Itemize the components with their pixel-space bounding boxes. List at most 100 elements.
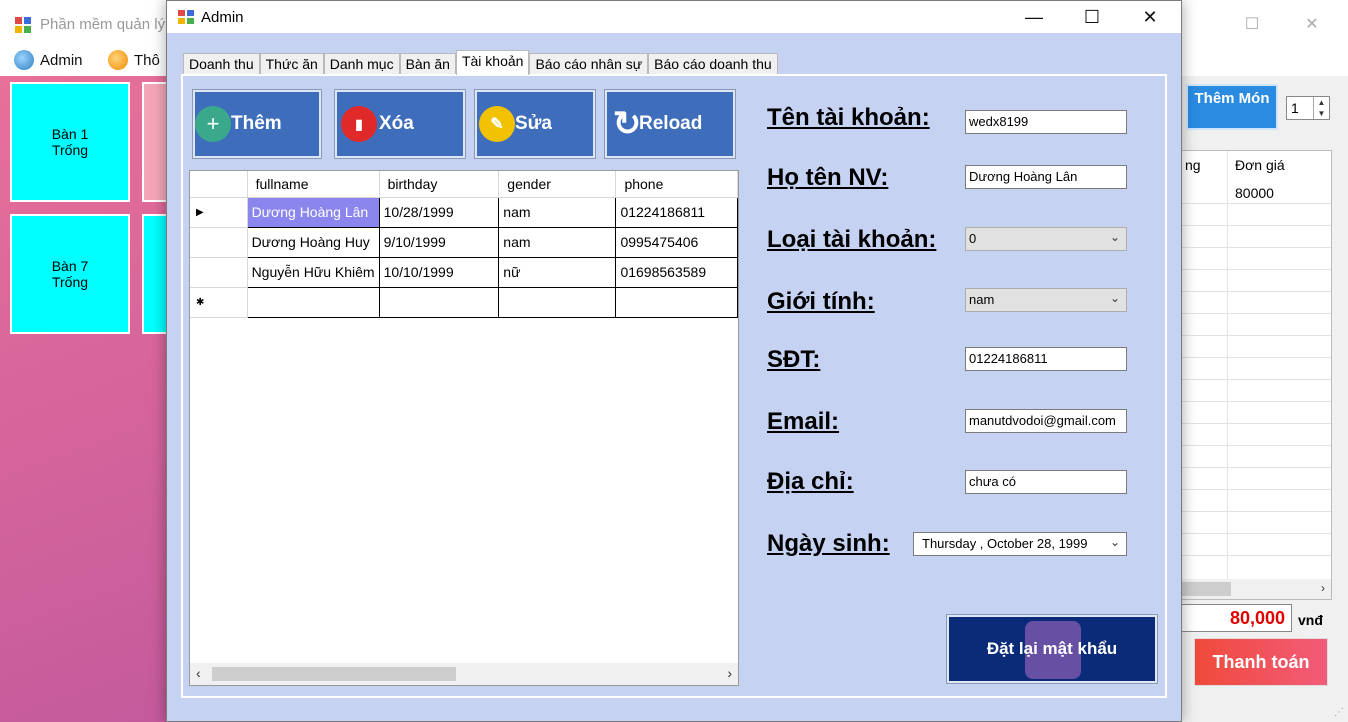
close-icon[interactable]: ✕	[1121, 1, 1179, 33]
admin-window: Admin — ☐ ✕ Doanh thu Thức ăn Danh mục B…	[166, 0, 1182, 722]
fullname-label: Họ tên NV:	[767, 164, 889, 191]
table-row[interactable]: Nguyễn Hữu Khiêm 10/10/1999 nữ 016985635…	[190, 256, 738, 288]
username-field[interactable]: wedx8199	[965, 110, 1127, 134]
minimize-icon[interactable]: —	[1005, 1, 1063, 33]
cell-birthday[interactable]: 10/10/1999	[378, 256, 500, 288]
table-button[interactable]: Bàn 1 Trống	[10, 82, 130, 202]
column-header-phone[interactable]: phone	[615, 171, 738, 198]
bill-cell-price: 80000	[1235, 185, 1274, 201]
tables-panel: Bàn 1 Trống Bàn 7 Trống	[0, 76, 262, 722]
order-panel: Thêm Món 1 ▲ ▼ ng Đơn giá 80000 › 80,000…	[1180, 76, 1348, 722]
cell-phone[interactable]: 0995475406	[615, 226, 738, 258]
chevron-right-icon[interactable]: ›	[1321, 581, 1325, 595]
gender-value: nam	[969, 292, 995, 307]
menu-info[interactable]: Thô	[108, 50, 160, 70]
app-icon	[178, 10, 194, 24]
checkout-button[interactable]: Thanh toán	[1194, 638, 1328, 686]
edit-button-label: Sửa	[515, 113, 552, 134]
account-type-select[interactable]: 0 ⌄	[965, 227, 1127, 251]
bill-scrollbar[interactable]: ›	[1181, 579, 1331, 599]
table-row[interactable]: ▶ Dương Hoàng Lân 10/28/1999 nam 0122418…	[190, 196, 738, 228]
delete-button-label: Xóa	[379, 113, 414, 134]
table-name: Bàn 1	[51, 126, 89, 142]
tab-tables[interactable]: Bàn ăn	[399, 53, 456, 75]
current-row-arrow-icon[interactable]: ▶	[190, 197, 248, 228]
username-label: Tên tài khoản:	[767, 104, 930, 131]
accounts-tab-page: + Thêm ▮ Xóa ✎ Sửa ↻ Reload fullname bir…	[181, 74, 1167, 698]
new-row-asterisk-icon[interactable]: ✱	[190, 287, 248, 318]
cell-phone[interactable]: 01698563589	[615, 256, 738, 288]
cell-gender[interactable]: nam	[498, 226, 617, 258]
scroll-thumb[interactable]	[1181, 582, 1231, 596]
reload-button[interactable]: ↻ Reload	[604, 89, 736, 159]
currency-label: vnđ	[1298, 612, 1323, 628]
cell-phone[interactable]: 01224186811	[615, 196, 738, 228]
phone-field[interactable]: 01224186811	[965, 347, 1127, 371]
address-field[interactable]: chưa có	[965, 470, 1127, 494]
add-button[interactable]: + Thêm	[192, 89, 322, 159]
cell-fullname[interactable]: Nguyễn Hữu Khiêm	[246, 256, 380, 288]
email-field[interactable]: manutdvodoi@gmail.com	[965, 409, 1127, 433]
scroll-thumb[interactable]	[212, 667, 456, 681]
account-type-label: Loại tài khoản:	[767, 226, 937, 253]
tab-strip: Doanh thu Thức ăn Danh mục Bàn ăn Tài kh…	[183, 50, 778, 75]
total-field[interactable]: 80,000	[1180, 604, 1292, 632]
grid-scrollbar[interactable]: ‹ ›	[190, 663, 738, 685]
maximize-icon[interactable]: ☐	[1232, 10, 1272, 40]
table-button[interactable]: Bàn 7 Trống	[10, 214, 130, 334]
admin-window-title: Admin	[201, 9, 244, 26]
admin-titlebar: Admin — ☐ ✕	[167, 1, 1181, 33]
menu-info-label: Thô	[134, 51, 160, 69]
user-icon	[108, 50, 128, 70]
accounts-grid[interactable]: fullname birthday gender phone ▶ Dương H…	[189, 170, 739, 686]
chevron-left-icon[interactable]: ‹	[196, 665, 201, 681]
fullname-field[interactable]: Dương Hoàng Lân	[965, 165, 1127, 189]
cell-gender[interactable]: nữ	[498, 256, 617, 288]
spin-arrows-icon[interactable]: ▲ ▼	[1313, 97, 1329, 119]
menu-admin[interactable]: Admin	[14, 50, 83, 70]
cell-gender[interactable]: nam	[498, 196, 617, 228]
tab-category[interactable]: Danh mục	[323, 53, 400, 75]
table-status: Trống	[51, 142, 89, 158]
reset-password-label: Đặt lại mật khẩu	[986, 639, 1118, 658]
add-button-label: Thêm	[231, 113, 282, 134]
reset-password-button[interactable]: Đặt lại mật khẩu	[946, 614, 1158, 684]
column-header-gender[interactable]: gender	[498, 171, 617, 198]
menu-admin-label: Admin	[40, 51, 83, 69]
gender-select[interactable]: nam ⌄	[965, 288, 1127, 312]
table-row[interactable]: Dương Hoàng Huy 9/10/1999 nam 0995475406	[190, 226, 738, 258]
app-icon	[15, 17, 31, 33]
tab-food[interactable]: Thức ăn	[259, 53, 324, 75]
table-status: Trống	[51, 274, 89, 290]
close-icon[interactable]: ✕	[1292, 10, 1332, 40]
tab-revenue[interactable]: Doanh thu	[183, 53, 260, 75]
quantity-value: 1	[1291, 100, 1299, 116]
delete-button[interactable]: ▮ Xóa	[334, 89, 466, 159]
bill-list[interactable]: ng Đơn giá 80000 ›	[1180, 150, 1332, 600]
reload-button-label: Reload	[639, 113, 703, 134]
tab-accounts[interactable]: Tài khoản	[455, 50, 530, 75]
new-row[interactable]: ✱	[190, 286, 738, 318]
gender-label: Giới tính:	[767, 288, 875, 315]
email-label: Email:	[767, 408, 840, 435]
chevron-down-icon[interactable]: ⌄	[1110, 291, 1120, 305]
quantity-stepper[interactable]: 1 ▲ ▼	[1286, 96, 1330, 120]
column-header-birthday[interactable]: birthday	[379, 171, 500, 198]
tab-staff-report[interactable]: Báo cáo nhân sự	[529, 53, 649, 75]
cell-birthday[interactable]: 9/10/1999	[378, 226, 500, 258]
tab-revenue-report[interactable]: Báo cáo doanh thu	[648, 53, 778, 75]
chevron-down-icon[interactable]: ⌄	[1110, 230, 1120, 244]
edit-icon: ✎	[479, 106, 515, 142]
admin-icon	[14, 50, 34, 70]
maximize-icon[interactable]: ☐	[1063, 1, 1121, 33]
edit-button[interactable]: ✎ Sửa	[474, 89, 596, 159]
add-food-button[interactable]: Thêm Món	[1186, 84, 1278, 130]
cell-birthday[interactable]: 10/28/1999	[378, 196, 500, 228]
cell-fullname[interactable]: Dương Hoàng Huy	[246, 226, 380, 258]
column-header-fullname[interactable]: fullname	[247, 171, 380, 198]
cell-fullname[interactable]: Dương Hoàng Lân	[246, 196, 380, 228]
chevron-right-icon[interactable]: ›	[727, 665, 732, 681]
resize-grip-icon[interactable]: ⋰	[1334, 707, 1344, 718]
chevron-down-icon[interactable]: ⌄	[1107, 535, 1120, 549]
birthday-datepicker[interactable]: Thursday , October 28, 1999 ⌄	[913, 532, 1127, 556]
